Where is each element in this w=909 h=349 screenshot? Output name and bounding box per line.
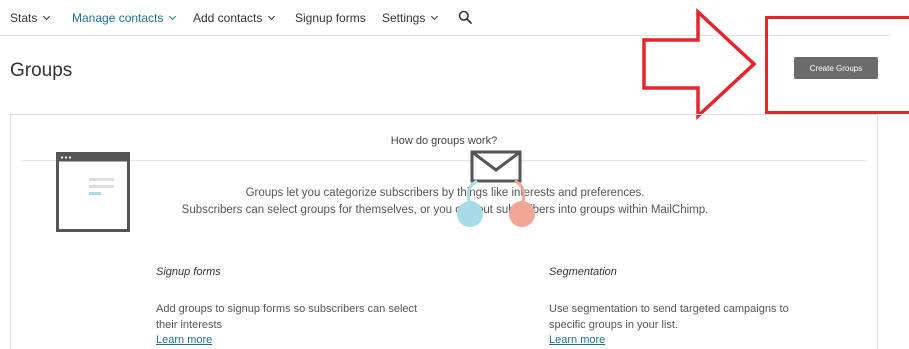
feature-title-segmentation: Segmentation <box>549 266 617 278</box>
learn-more-signup-forms-link[interactable]: Learn more <box>156 334 212 346</box>
chevron-down-icon <box>268 12 276 21</box>
chevron-down-icon <box>431 12 439 21</box>
chevron-down-icon <box>43 12 51 21</box>
nav-signup-forms[interactable]: Signup forms <box>295 11 366 25</box>
feature-text-segmentation: Use segmentation to send targeted campai… <box>549 303 789 331</box>
panel-heading: How do groups work? <box>21 115 867 161</box>
chevron-down-icon <box>169 12 177 21</box>
annotation-arrow <box>642 8 757 120</box>
page-title: Groups <box>10 60 73 81</box>
intro-line-2: Subscribers can select groups for themse… <box>181 204 709 216</box>
nav-stats[interactable]: Stats <box>10 11 51 25</box>
nav-settings[interactable]: Settings <box>382 11 439 25</box>
feature-text-signup-forms: Add groups to signup forms so subscriber… <box>156 303 418 331</box>
intro-line-1: Groups let you categorize subscribers by… <box>245 187 645 199</box>
nav-manage-contacts[interactable]: Manage contacts <box>72 11 177 25</box>
search-icon[interactable] <box>458 10 472 24</box>
feature-title-signup-forms: Signup forms <box>156 266 221 278</box>
nav-add-contacts[interactable]: Add contacts <box>193 11 276 25</box>
segmentation-icon <box>457 150 535 227</box>
intro-text: Groups let you categorize subscribers by… <box>11 185 879 219</box>
signup-form-icon <box>56 152 130 232</box>
create-groups-button[interactable]: Create Groups <box>794 57 878 79</box>
learn-more-segmentation-link[interactable]: Learn more <box>549 334 605 346</box>
